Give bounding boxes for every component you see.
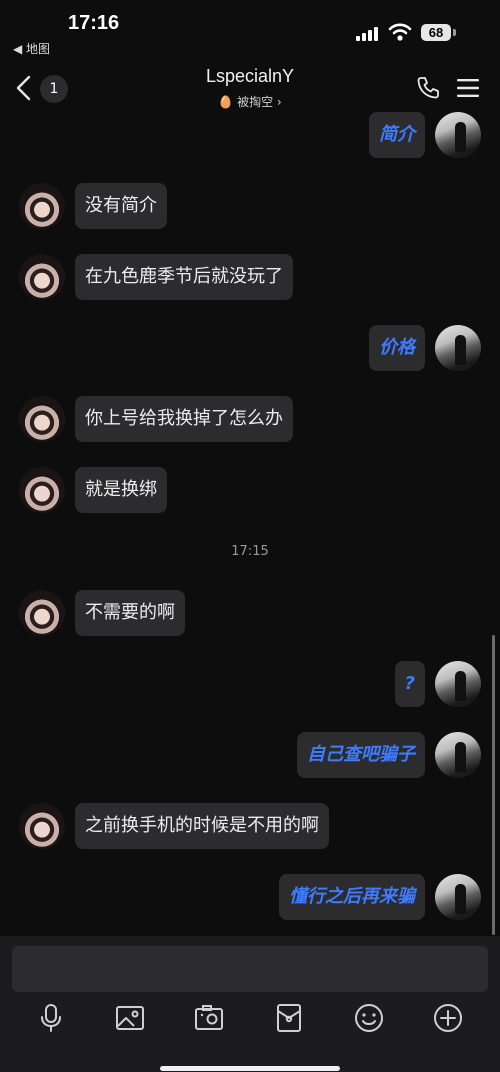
self-avatar[interactable] bbox=[435, 661, 481, 707]
incoming-message-bubble[interactable]: 没有简介 bbox=[75, 183, 167, 229]
cellular-signal-icon bbox=[356, 27, 378, 41]
self-avatar[interactable] bbox=[435, 112, 481, 158]
contact-avatar[interactable] bbox=[19, 254, 65, 300]
self-avatar[interactable] bbox=[435, 874, 481, 920]
outgoing-message-bubble[interactable]: 自己查吧骗子 bbox=[297, 732, 425, 778]
contact-avatar[interactable] bbox=[19, 396, 65, 442]
wifi-icon bbox=[388, 23, 412, 41]
menu-icon[interactable] bbox=[457, 79, 479, 97]
incoming-message-bubble[interactable]: 你上号给我换掉了怎么办 bbox=[75, 396, 293, 442]
outgoing-message-bubble[interactable]: ? bbox=[394, 661, 425, 707]
battery-indicator: 68 bbox=[421, 24, 451, 41]
incoming-message-bubble[interactable]: 不需要的啊 bbox=[75, 590, 185, 636]
phone-call-icon[interactable] bbox=[416, 76, 440, 100]
chat-header: 1 LspecialnY 🥚 被掏空 › bbox=[0, 60, 500, 116]
camera-icon[interactable] bbox=[192, 1001, 226, 1035]
outgoing-message-bubble[interactable]: 懂行之后再来骗 bbox=[279, 874, 425, 920]
self-avatar[interactable] bbox=[435, 325, 481, 371]
incoming-message-bubble[interactable]: 在九色鹿季节后就没玩了 bbox=[75, 254, 293, 300]
message-list[interactable]: 简介 没有简介 在九色鹿季节后就没玩了 价格 你上号给我换掉了怎么办 就是换绑 … bbox=[0, 112, 500, 936]
message-input[interactable] bbox=[12, 946, 488, 992]
chat-scrollbar[interactable] bbox=[492, 635, 495, 935]
contact-avatar[interactable] bbox=[19, 590, 65, 636]
red-packet-icon[interactable] bbox=[272, 1001, 306, 1035]
contact-avatar[interactable] bbox=[19, 467, 65, 513]
outgoing-message-bubble[interactable]: 价格 bbox=[369, 325, 425, 371]
status-time: 17:16 bbox=[68, 12, 120, 34]
message-timestamp: 17:15 bbox=[231, 544, 269, 559]
contact-avatar[interactable] bbox=[19, 183, 65, 229]
microphone-icon[interactable] bbox=[34, 1001, 68, 1035]
incoming-message-bubble[interactable]: 之前换手机的时候是不用的啊 bbox=[75, 803, 329, 849]
status-emoji-icon: 🥚 bbox=[218, 95, 234, 109]
image-icon[interactable] bbox=[113, 1001, 147, 1035]
outgoing-message-bubble[interactable]: 简介 bbox=[369, 112, 425, 158]
composer bbox=[0, 936, 500, 1072]
contact-status-text: 被掏空 › bbox=[237, 95, 282, 109]
back-to-app-link[interactable]: ◀ 地图 bbox=[13, 40, 50, 57]
battery-cap bbox=[453, 29, 456, 36]
plus-icon[interactable] bbox=[431, 1001, 465, 1035]
home-indicator[interactable] bbox=[160, 1066, 340, 1071]
incoming-message-bubble[interactable]: 就是换绑 bbox=[75, 467, 167, 513]
self-avatar[interactable] bbox=[435, 732, 481, 778]
contact-avatar[interactable] bbox=[19, 803, 65, 849]
emoji-icon[interactable] bbox=[352, 1001, 386, 1035]
status-bar: 17:16 ◀ 地图 68 bbox=[0, 0, 500, 60]
